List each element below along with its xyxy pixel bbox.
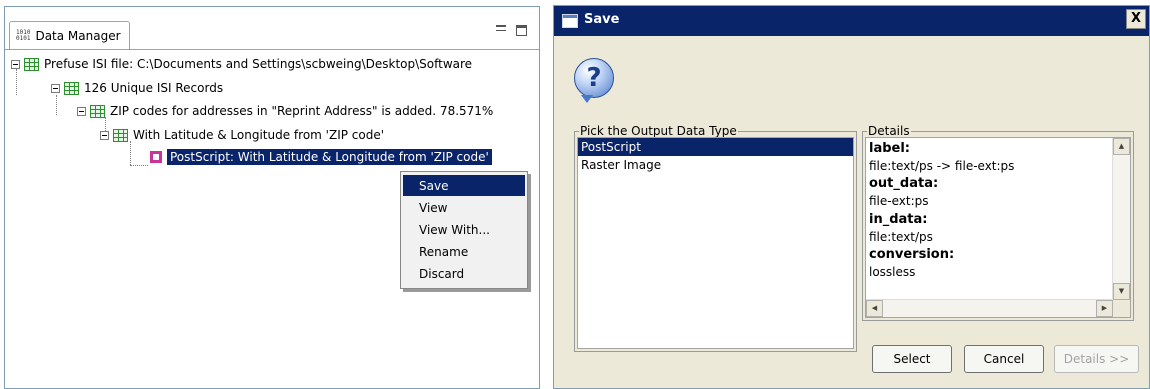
list-item-raster-image[interactable]: Raster Image xyxy=(578,156,853,174)
table-icon xyxy=(113,128,128,142)
tree-node-label: 126 Unique ISI Records xyxy=(84,81,224,95)
tree-node-unique-records[interactable]: 126 Unique ISI Records xyxy=(51,79,223,97)
detail-key: out_data: xyxy=(869,176,939,192)
menu-item-save[interactable]: Save xyxy=(403,175,525,196)
scroll-left-icon[interactable]: ◀ xyxy=(866,300,883,317)
detail-value: file-ext:ps xyxy=(869,194,929,209)
tree-line xyxy=(130,141,131,165)
tree-node-prefuse-file[interactable]: Prefuse ISI file: C:\Documents and Setti… xyxy=(11,55,472,73)
collapse-icon[interactable] xyxy=(77,106,86,116)
details-text-area[interactable]: label: file:text/ps -> file-ext:ps out_d… xyxy=(865,137,1131,318)
details-button[interactable]: Details >> xyxy=(1054,345,1139,373)
detail-key: label: xyxy=(869,141,911,156)
detail-key: conversion: xyxy=(869,247,955,263)
tree-node-label: ZIP codes for addresses in "Reprint Addr… xyxy=(110,104,494,118)
scroll-down-icon[interactable]: ▼ xyxy=(1113,283,1130,300)
detail-key: in_data: xyxy=(869,211,928,227)
details-content: label: file:text/ps -> file-ext:ps out_d… xyxy=(869,140,1014,282)
question-icon: ? xyxy=(574,58,614,103)
tree-node-label: With Latitude & Longitude from 'ZIP code… xyxy=(133,128,385,142)
context-menu: Save View View With... Rename Discard xyxy=(400,171,528,289)
tree-node-lat-long[interactable]: With Latitude & Longitude from 'ZIP code… xyxy=(100,126,384,144)
window-icon xyxy=(562,14,578,28)
output-type-list[interactable]: PostScript Raster Image xyxy=(577,137,854,349)
tree-node-label: PostScript: With Latitude & Longitude fr… xyxy=(167,149,492,165)
tree-line xyxy=(130,165,148,166)
postscript-icon xyxy=(150,151,162,163)
table-icon xyxy=(24,57,39,71)
list-item-postscript[interactable]: PostScript xyxy=(578,138,853,156)
minimize-icon[interactable] xyxy=(496,25,506,31)
close-button[interactable]: X xyxy=(1126,9,1146,29)
tree-node-label: Prefuse ISI file: C:\Documents and Setti… xyxy=(44,57,473,71)
collapse-icon[interactable] xyxy=(11,59,20,69)
output-type-legend: Pick the Output Data Type xyxy=(579,124,738,138)
detail-value: file:text/ps -> file-ext:ps xyxy=(869,158,1015,173)
scroll-up-icon[interactable]: ▲ xyxy=(1113,138,1130,155)
details-legend: Details xyxy=(867,124,911,138)
tree-node-postscript[interactable]: PostScript: With Latitude & Longitude fr… xyxy=(150,148,492,166)
tab-data-manager[interactable]: 1010 0101 Data Manager xyxy=(9,21,130,50)
dialog-title: Save xyxy=(584,12,620,27)
details-group: Details label: file:text/ps -> file-ext:… xyxy=(862,124,1134,321)
binary-data-icon: 1010 0101 xyxy=(16,29,31,42)
detail-value: file:text/ps xyxy=(869,229,933,244)
collapse-icon[interactable] xyxy=(51,83,60,93)
maximize-icon[interactable] xyxy=(516,25,527,36)
table-icon xyxy=(90,104,105,118)
tree-node-zip-codes[interactable]: ZIP codes for addresses in "Reprint Addr… xyxy=(77,102,493,120)
vertical-scrollbar[interactable]: ▲ ▼ xyxy=(1112,138,1130,300)
menu-item-view[interactable]: View xyxy=(403,197,525,218)
tab-title: Data Manager xyxy=(35,29,121,43)
detail-value: lossless xyxy=(869,264,916,279)
data-manager-panel: 1010 0101 Data Manager Prefuse ISI file: … xyxy=(4,6,540,389)
tree-line xyxy=(56,95,57,115)
menu-item-rename[interactable]: Rename xyxy=(403,241,525,262)
tab-divider xyxy=(5,49,539,50)
menu-item-discard[interactable]: Discard xyxy=(403,263,525,284)
tab-bar: 1010 0101 Data Manager xyxy=(5,7,539,50)
output-type-group: Pick the Output Data Type PostScript Ras… xyxy=(574,124,857,352)
horizontal-scrollbar[interactable]: ◀ ▶ xyxy=(866,299,1113,317)
menu-item-view-with[interactable]: View With... xyxy=(403,219,525,240)
save-dialog: Save X ? Pick the Output Data Type PostS… xyxy=(553,5,1150,389)
cancel-button[interactable]: Cancel xyxy=(964,345,1044,373)
select-button[interactable]: Select xyxy=(872,345,952,373)
scroll-right-icon[interactable]: ▶ xyxy=(1096,300,1113,317)
table-icon xyxy=(64,81,79,95)
scrollbar-corner xyxy=(1113,300,1130,317)
collapse-icon[interactable] xyxy=(100,130,109,140)
dialog-titlebar: Save X xyxy=(554,6,1149,36)
